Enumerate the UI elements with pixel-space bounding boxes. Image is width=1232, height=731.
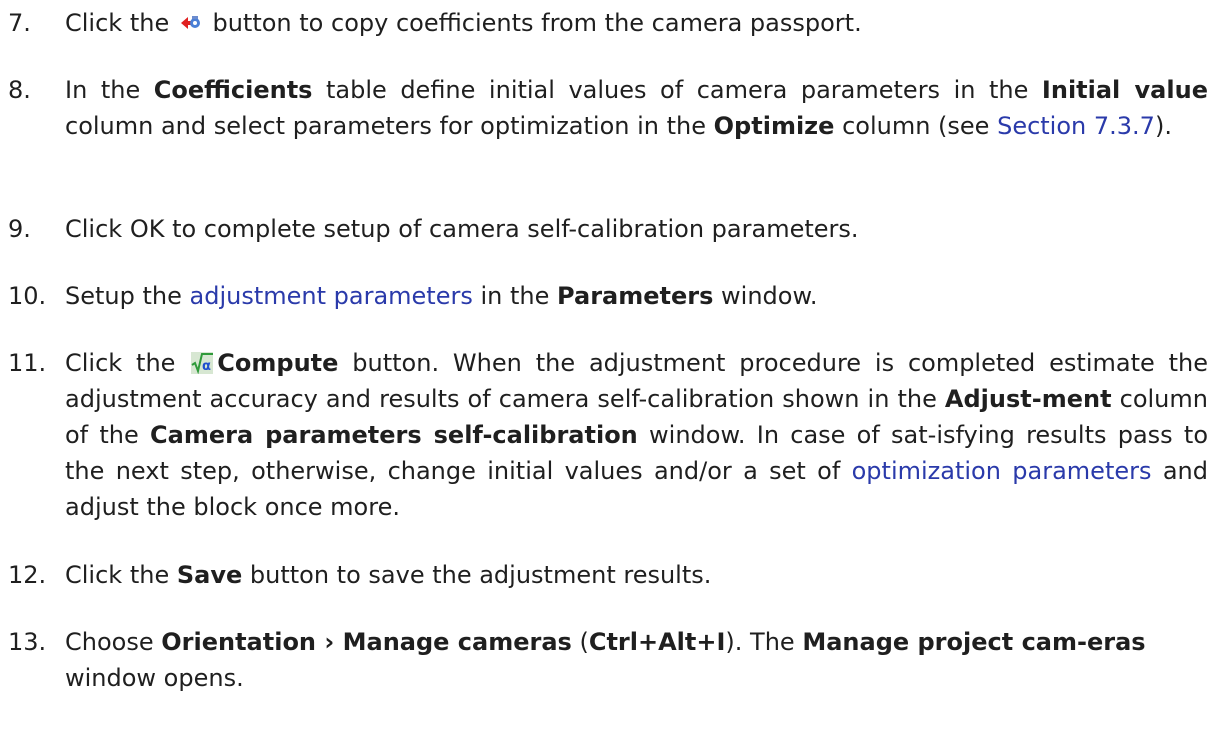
step-number: 12. [8,561,47,589]
step-12: 12. Click the Save button to save the ad… [8,557,1208,593]
optimization-parameters-link[interactable]: optimization parameters [852,457,1152,485]
step-number: 11. [8,349,47,377]
step-number: 10. [8,282,47,310]
step-text: Click the α Compute button. When the adju… [65,349,1208,521]
step-number: 13. [8,628,47,656]
step-13: 13. Choose Orientation › Manage cameras … [8,624,1208,696]
step-text: Setup the adjustment parameters in the P… [65,282,818,310]
step-text: Click the Save button to save the adjust… [65,561,712,589]
step-text: Click the button to copy coefficients fr… [65,9,862,37]
adjustment-parameters-link[interactable]: adjustment parameters [190,282,473,310]
step-10: 10. Setup the adjustment parameters in t… [8,278,1208,314]
step-11: 11. Click the α Compute button. When the … [8,345,1208,525]
step-number: 8. [8,76,31,104]
step-8: 8. In the Coefficients table define init… [8,72,1208,144]
step-text: Click OK to complete setup of camera sel… [65,215,859,243]
svg-text:α: α [202,359,211,374]
step-7: 7. Click the button to copy coefficients… [8,5,1208,41]
step-text: Choose Orientation › Manage cameras (Ctr… [65,628,1146,692]
document-page: 7. Click the button to copy coefficients… [0,0,1232,731]
compute-sqrt-alpha-icon: α [191,352,214,374]
step-9: 9. Click OK to complete setup of camera … [8,211,1208,247]
copy-coefficients-icon [180,16,200,29]
step-number: 9. [8,215,31,243]
section-link[interactable]: Section 7.3.7 [997,112,1155,140]
step-number: 7. [8,9,31,37]
step-text: In the Coefficients table define initial… [65,76,1208,140]
